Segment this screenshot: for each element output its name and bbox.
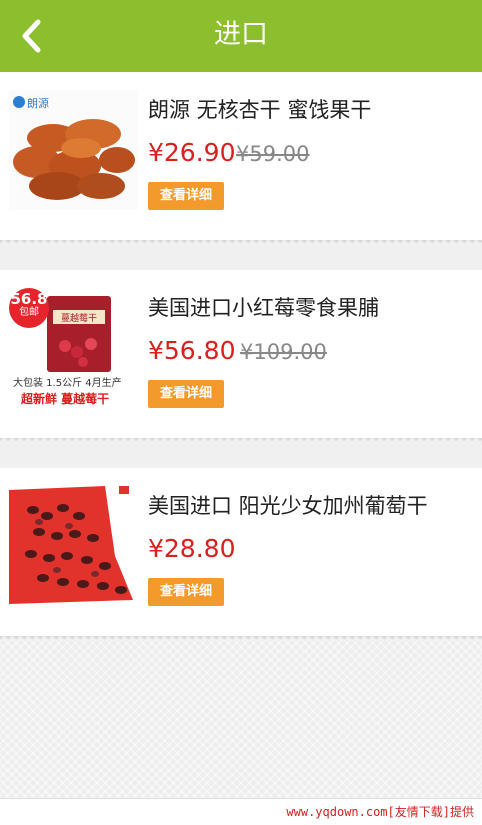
price-badge: 56.8 包邮 (9, 288, 49, 328)
brand-logo-text: 朗源 (27, 96, 49, 110)
product-item[interactable]: 蔓越莓干 56.8 包邮 大包装 1.5公斤 4月生产 超新鲜 蔓越莓干 美国进… (0, 270, 482, 438)
product-list: 朗源 朗源 无核杏干 蜜饯果干 ¥26.90 ¥59.00 查看详细 蔓越莓干 (0, 72, 482, 666)
package-label: 蔓越莓干 (61, 312, 97, 324)
product-image-apricot: 朗源 (9, 90, 138, 210)
product-name: 美国进口小红莓零食果脯 (148, 296, 379, 320)
product-name: 朗源 无核杏干 蜜饯果干 (148, 98, 372, 122)
footer-bar: www.yqdown.com[友情下载]提供 (0, 798, 482, 825)
empty-background (0, 640, 482, 798)
image-caption-red: 超新鲜 蔓越莓干 (21, 392, 110, 406)
zigzag-divider (0, 438, 482, 468)
view-detail-button[interactable]: 查看详细 (148, 578, 224, 606)
image-caption-small: 大包装 1.5公斤 4月生产 (13, 378, 122, 389)
badge-subtext: 包邮 (19, 307, 39, 318)
product-item[interactable]: 朗源 朗源 无核杏干 蜜饯果干 ¥26.90 ¥59.00 查看详细 (0, 72, 482, 240)
page-title: 进口 (214, 19, 268, 50)
product-price: ¥28.80 (148, 534, 236, 563)
view-detail-button[interactable]: 查看详细 (148, 380, 224, 408)
top-bar: 进口 (0, 0, 482, 72)
product-item[interactable]: 美国进口 阳光少女加州葡萄干 ¥28.80 查看详细 (0, 468, 482, 636)
product-price: ¥26.90 (148, 138, 236, 167)
watermark-text: www.yqdown.com[友情下载]提供 (286, 805, 474, 819)
view-detail-button[interactable]: 查看详细 (148, 182, 224, 210)
product-name: 美国进口 阳光少女加州葡萄干 (148, 494, 428, 518)
zigzag-divider (0, 240, 482, 270)
product-price: ¥56.80 (148, 336, 236, 365)
badge-price: 56.8 (10, 290, 48, 308)
original-price: ¥109.00 (240, 340, 327, 364)
product-image-raisin (9, 486, 138, 606)
original-price: ¥59.00 (236, 142, 310, 166)
product-image-cranberry: 蔓越莓干 56.8 包邮 大包装 1.5公斤 4月生产 超新鲜 蔓越莓干 (9, 288, 138, 408)
